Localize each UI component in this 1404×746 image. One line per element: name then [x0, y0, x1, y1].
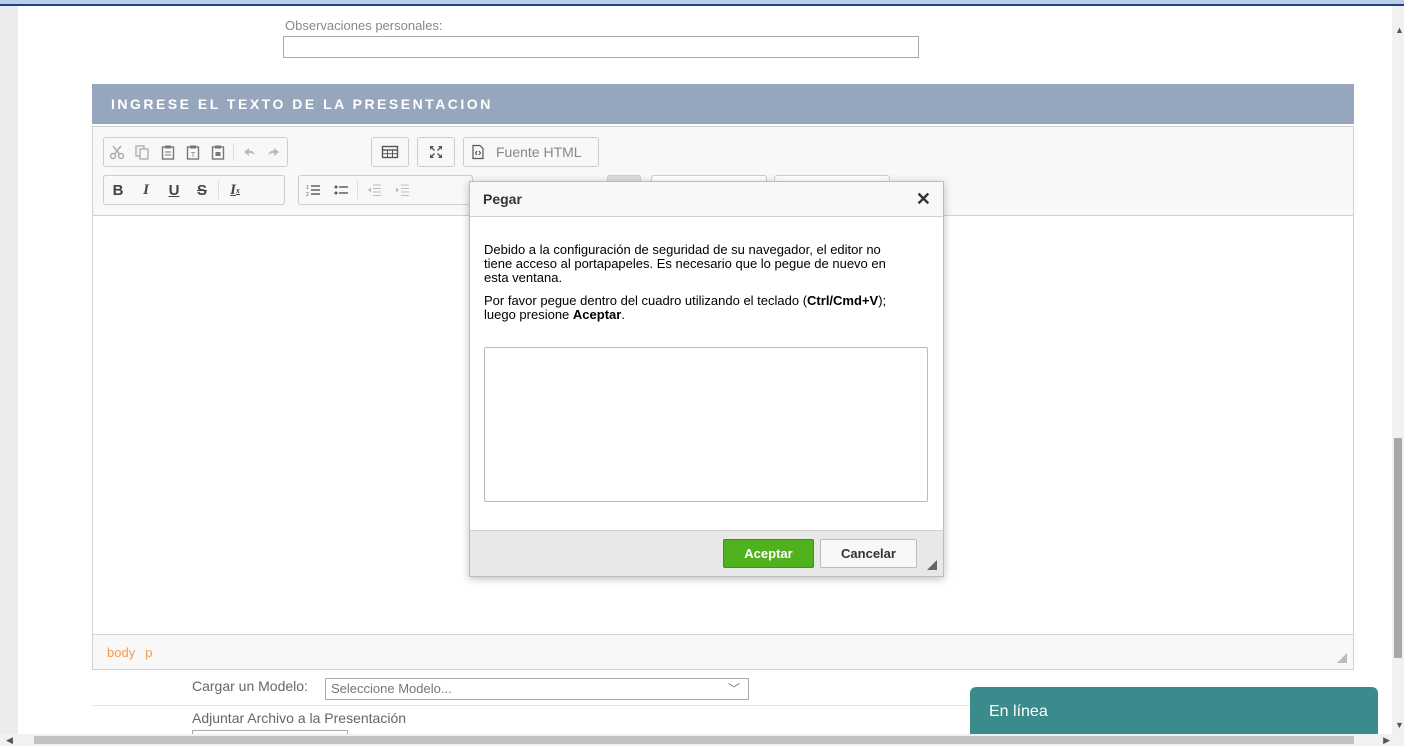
numbered-list-icon[interactable]: 12	[299, 176, 327, 204]
horizontal-scrollbar[interactable]: ◀ ▶	[0, 734, 1404, 746]
dialog-footer: Aceptar Cancelar	[470, 530, 943, 576]
undo-icon[interactable]	[236, 138, 261, 166]
horizontal-scroll-thumb[interactable]	[34, 736, 1354, 744]
vertical-scroll-thumb[interactable]	[1394, 438, 1402, 658]
paragraph2-action: Aceptar	[572, 307, 622, 322]
toolbar-separator	[233, 143, 235, 161]
italic-icon[interactable]: I	[132, 176, 160, 204]
table-group	[371, 137, 409, 167]
section-header: INGRESE EL TEXTO DE LA PRESENTACION	[92, 84, 1354, 124]
dialog-resize-handle[interactable]	[927, 560, 937, 570]
bold-icon[interactable]: B	[104, 176, 132, 204]
model-label: Cargar un Modelo:	[192, 678, 308, 694]
paste-word-icon[interactable]	[206, 138, 231, 166]
dialog-title-bar: Pegar	[470, 182, 943, 217]
strike-icon[interactable]: S	[188, 176, 216, 204]
chat-widget[interactable]: En línea	[970, 687, 1378, 734]
editor-statusbar: body p	[93, 634, 1353, 669]
element-path: body p	[107, 645, 162, 660]
remove-format-icon[interactable]: Ix	[221, 176, 249, 204]
svg-text:T: T	[191, 152, 196, 159]
editor-resize-handle[interactable]	[1337, 653, 1347, 663]
model-select-value: Seleccione Modelo...	[331, 681, 452, 696]
list-group: 12	[298, 175, 473, 205]
model-select[interactable]: Seleccione Modelo... ﹀	[325, 678, 749, 700]
source-icon	[464, 138, 492, 166]
toolbar-separator	[357, 181, 358, 199]
outdent-icon[interactable]	[360, 176, 388, 204]
paste-text-icon[interactable]: T	[180, 138, 205, 166]
dialog-paragraph-2: Por favor pegue dentro del cuadro utiliz…	[484, 294, 904, 322]
maximize-icon[interactable]	[422, 138, 450, 166]
attach-label: Adjuntar Archivo a la Presentación	[192, 710, 407, 726]
bulleted-list-icon[interactable]	[327, 176, 355, 204]
svg-text:2: 2	[306, 192, 309, 198]
observations-input[interactable]	[283, 36, 919, 58]
vertical-scrollbar[interactable]: ▲ ▼	[1392, 6, 1404, 734]
path-body[interactable]: body	[107, 645, 135, 660]
close-icon[interactable]: ✕	[916, 190, 931, 208]
paragraph2-prefix: Por favor pegue dentro del cuadro utiliz…	[484, 293, 808, 308]
path-p[interactable]: p	[145, 645, 152, 660]
paragraph2-suffix: .	[621, 307, 625, 322]
paste-icon[interactable]	[155, 138, 180, 166]
redo-icon[interactable]	[262, 138, 287, 166]
cut-icon[interactable]	[104, 138, 129, 166]
dialog-title: Pegar	[483, 191, 522, 207]
copy-icon[interactable]	[129, 138, 154, 166]
chat-status: En línea	[989, 703, 1048, 720]
paste-area[interactable]	[484, 347, 928, 502]
clipboard-group: T	[103, 137, 288, 167]
scroll-up-icon[interactable]: ▲	[1395, 26, 1404, 35]
accept-button[interactable]: Aceptar	[723, 539, 814, 568]
dialog-message: Debido a la configuración de seguridad d…	[484, 243, 904, 331]
underline-icon[interactable]: U	[160, 176, 188, 204]
source-label: Fuente HTML	[496, 144, 582, 160]
scroll-left-icon[interactable]: ◀	[6, 734, 13, 746]
cancel-button[interactable]: Cancelar	[820, 539, 917, 568]
paragraph2-shortcut: Ctrl/Cmd+V	[807, 293, 879, 308]
basic-styles-group: B I U S Ix	[103, 175, 285, 205]
maximize-group	[417, 137, 455, 167]
chevron-down-icon: ﹀	[727, 682, 740, 696]
observations-label: Observaciones personales:	[285, 18, 443, 33]
scroll-down-icon[interactable]: ▼	[1395, 721, 1404, 730]
svg-text:1: 1	[306, 185, 309, 191]
scroll-right-icon[interactable]: ▶	[1383, 734, 1390, 746]
paste-dialog: Pegar ✕ Debido a la configuración de seg…	[469, 181, 944, 577]
table-icon[interactable]	[376, 138, 404, 166]
indent-icon[interactable]	[388, 176, 416, 204]
toolbar-separator	[218, 181, 219, 199]
dialog-paragraph-1: Debido a la configuración de seguridad d…	[484, 242, 886, 285]
source-button[interactable]: Fuente HTML	[463, 137, 599, 167]
